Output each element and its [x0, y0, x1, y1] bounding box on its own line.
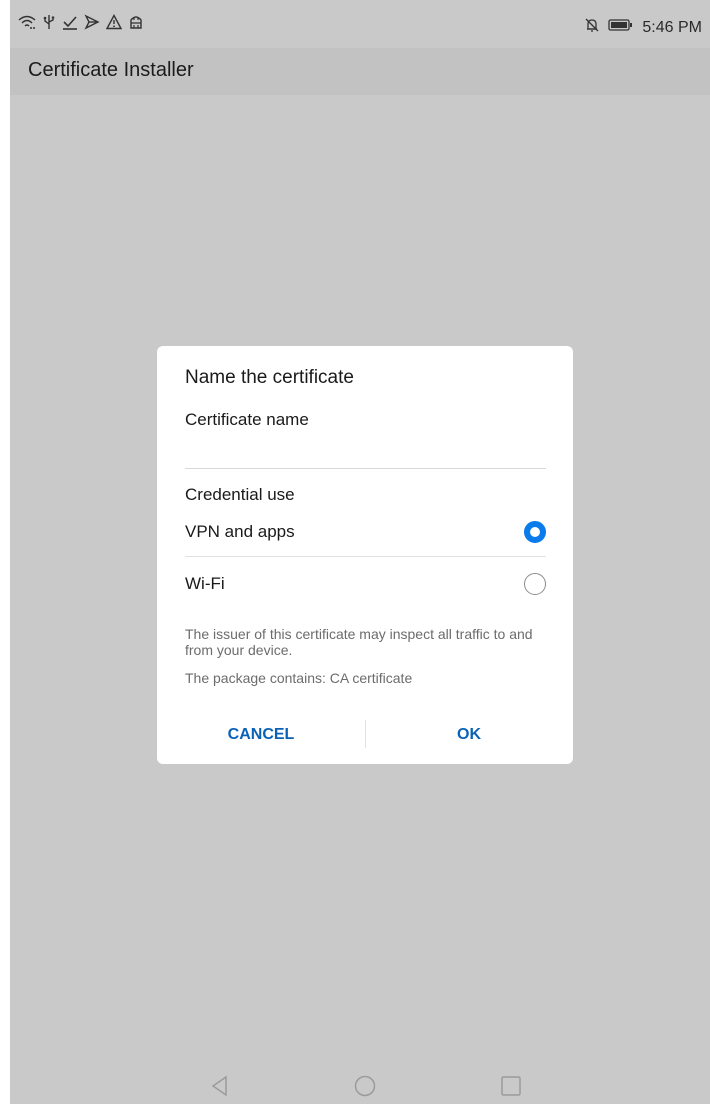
recent-apps-icon[interactable]: [499, 1074, 523, 1098]
vpn-radio-selected[interactable]: [524, 521, 546, 543]
status-time: 5:46 PM: [642, 18, 702, 36]
app-title: Certificate Installer: [28, 59, 194, 81]
option-vpn-and-apps[interactable]: VPN and apps: [185, 512, 546, 557]
screen: 5:46 PM Certificate Installer Name the c…: [10, 0, 710, 1104]
warning-icon: [106, 14, 122, 30]
certificate-name-input[interactable]: [185, 440, 546, 469]
battery-icon: [608, 18, 634, 37]
name-certificate-dialog: Name the certificate Certificate name Cr…: [157, 346, 573, 764]
cancel-button[interactable]: CANCEL: [157, 718, 365, 752]
status-icons-left: [18, 14, 144, 30]
navigation-bar: [10, 1064, 710, 1104]
wifi-radio-unselected[interactable]: [524, 573, 546, 595]
cast-icon: [84, 14, 100, 30]
status-right: 5:46 PM: [584, 17, 702, 38]
ok-button[interactable]: OK: [365, 718, 573, 752]
bell-off-icon: [584, 17, 600, 38]
dialog-buttons: CANCEL OK: [157, 718, 573, 752]
certificate-name-label: Certificate name: [185, 410, 309, 429]
option-vpn-label: VPN and apps: [185, 522, 295, 541]
wifi-icon: [18, 14, 36, 30]
usb-icon: [42, 14, 56, 30]
back-icon[interactable]: [208, 1074, 232, 1098]
package-contents-text: The package contains: CA certificate: [185, 670, 413, 686]
option-wifi-label: Wi-Fi: [185, 574, 225, 593]
app-bar: Certificate Installer: [10, 48, 710, 95]
traffic-warning-text: The issuer of this certificate may inspe…: [185, 626, 533, 658]
android-debug-icon: [128, 14, 144, 30]
credential-use-label: Credential use: [185, 485, 295, 504]
home-icon[interactable]: [353, 1074, 377, 1098]
option-wifi[interactable]: Wi-Fi: [185, 564, 546, 604]
download-done-icon: [62, 14, 78, 30]
dialog-title: Name the certificate: [185, 367, 354, 388]
status-bar: 5:46 PM: [10, 0, 710, 48]
